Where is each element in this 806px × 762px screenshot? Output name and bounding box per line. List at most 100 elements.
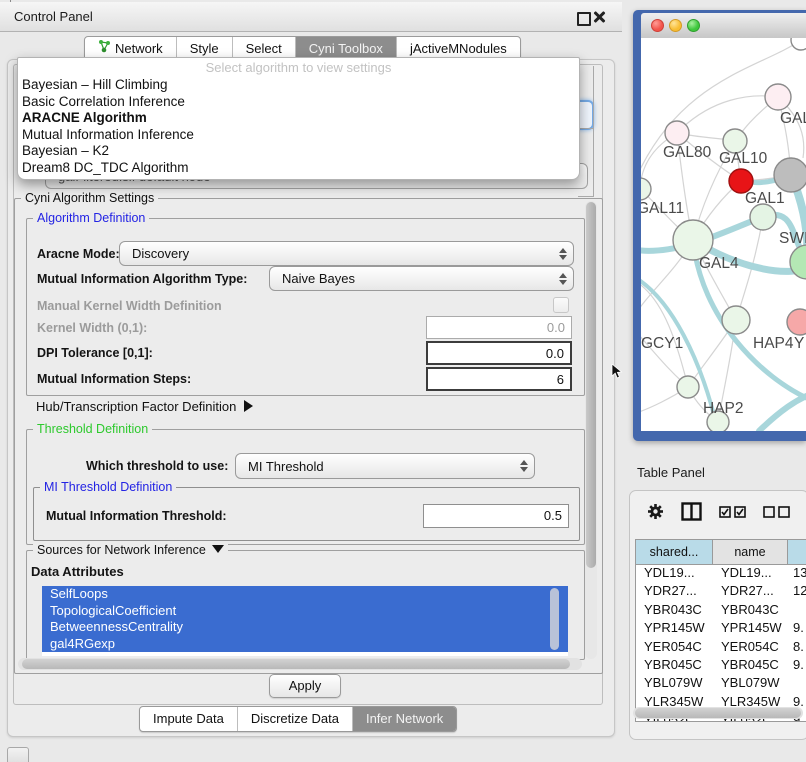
aracne-mode-combo[interactable]: Discovery <box>119 241 574 266</box>
node-label: GAL11 <box>641 200 684 217</box>
mi-threshold-group: MI Threshold Definition Mutual Informati… <box>33 487 580 541</box>
table-row[interactable]: YBR043CYBR043C <box>636 602 806 620</box>
network-window-titlebar[interactable] <box>641 13 806 39</box>
hidden-group-border <box>593 66 594 196</box>
table-row[interactable]: YPR145WYPR145W9. <box>636 620 806 638</box>
control-panel-title: Control Panel <box>14 9 93 24</box>
table-row[interactable]: YER054CYER054C8. <box>636 639 806 657</box>
algorithm-option[interactable]: Basic Correlation Inference <box>18 94 579 111</box>
algorithm-definition-group: Algorithm Definition Aracne Mode: Discov… <box>26 218 585 396</box>
float-panel-icon[interactable] <box>577 12 591 26</box>
node-label: Y <box>794 335 804 352</box>
hidden-group-border <box>578 128 594 129</box>
sources-title[interactable]: Sources for Network Inference <box>33 543 228 557</box>
table-cell: YPR145W <box>636 620 713 638</box>
table-horizontal-scrollbar[interactable] <box>633 707 803 719</box>
attribute-item[interactable]: gal4RGexp <box>42 636 568 653</box>
gear-icon[interactable] <box>647 503 664 525</box>
attribute-item[interactable]: BetweennessCentrality <box>42 619 568 636</box>
network-node[interactable] <box>677 376 699 398</box>
collapsed-panel-icon[interactable] <box>7 747 29 762</box>
table-row[interactable]: YBR045CYBR045C9. <box>636 657 806 675</box>
column-header[interactable]: name <box>713 540 788 564</box>
network-view-window[interactable]: GALGAL80GAL10GAL1GAL11SWI4GAL4GCY1HAP4YH… <box>633 10 806 441</box>
node-label: GAL4 <box>699 255 739 272</box>
table-row[interactable]: YDL19...YDL19...13 <box>636 565 806 583</box>
tab-discretize-data[interactable]: Discretize Data <box>237 707 352 731</box>
attribute-item[interactable]: SelfLoops <box>42 586 568 603</box>
table-header-row: shared...name <box>636 540 806 565</box>
mi-type-combo[interactable]: Naive Bayes <box>269 266 574 291</box>
table-cell <box>788 675 806 693</box>
apply-button[interactable]: Apply <box>269 674 341 698</box>
manual-kernel-checkbox[interactable] <box>553 297 569 313</box>
mi-steps-field[interactable]: 6 <box>426 367 572 391</box>
mi-threshold-field[interactable]: 0.5 <box>423 504 569 528</box>
table-cell: YBL079W <box>636 675 713 693</box>
attribute-item[interactable]: TopologicalCoefficient <box>42 603 568 620</box>
mi-threshold-label: Mutual Information Threshold: <box>46 509 227 523</box>
list-scrollbar[interactable] <box>550 588 559 650</box>
collapse-arrow-icon <box>212 545 224 553</box>
table-row[interactable]: YBL079WYBL079W <box>636 675 806 693</box>
dpi-tolerance-field[interactable]: 0.0 <box>426 341 572 365</box>
close-panel-icon[interactable] <box>593 11 605 23</box>
table-cell <box>788 602 806 620</box>
cyni-mode-tabs: Impute DataDiscretize DataInfer Network <box>139 706 457 732</box>
column-layout-icon[interactable] <box>681 502 702 526</box>
table-cell: YBR043C <box>636 602 713 620</box>
node-label: GAL1 <box>745 190 785 207</box>
table-cell: 13 <box>788 565 806 583</box>
hub-definition-label: Hub/Transcription Factor Definition <box>36 399 236 414</box>
network-node[interactable] <box>750 204 776 230</box>
network-node[interactable] <box>641 178 651 200</box>
table-body: YDL19...YDL19...13YDR27...YDR27...12YBR0… <box>636 565 806 721</box>
settings-horizontal-scrollbar[interactable] <box>18 658 582 670</box>
aracne-mode-label: Aracne Mode: <box>37 247 120 261</box>
network-node[interactable] <box>765 84 791 110</box>
scrollbar-thumb[interactable] <box>635 708 801 718</box>
table-cell: YER054C <box>636 639 713 657</box>
which-threshold-label: Which threshold to use: <box>86 459 228 473</box>
settings-vertical-scrollbar[interactable] <box>585 201 597 659</box>
network-node[interactable] <box>791 38 806 50</box>
network-node[interactable] <box>787 309 806 335</box>
network-node[interactable] <box>673 220 713 260</box>
zoom-window-icon[interactable] <box>687 19 700 32</box>
algorithm-option[interactable]: Mutual Information Inference <box>18 127 579 144</box>
tab-infer-network[interactable]: Infer Network <box>352 707 456 731</box>
cyni-algorithm-settings-group: Cyni Algorithm Settings Algorithm Defini… <box>14 198 603 674</box>
network-node[interactable] <box>722 306 750 334</box>
deselect-checkboxes-icon[interactable] <box>763 505 790 523</box>
algorithm-option[interactable]: Bayesian – Hill Climbing <box>18 77 579 94</box>
scrollbar-thumb[interactable] <box>22 659 570 669</box>
algorithm-option[interactable]: ARACNE Algorithm <box>18 110 579 127</box>
algorithm-definition-title: Algorithm Definition <box>33 211 149 225</box>
tab-impute-data[interactable]: Impute Data <box>140 707 237 731</box>
combo-spinner-icon <box>514 460 534 472</box>
algorithm-option[interactable]: Bayesian – K2 <box>18 143 579 160</box>
network-node[interactable] <box>774 158 806 192</box>
threshold-definition-title: Threshold Definition <box>33 422 152 436</box>
node-label: SWI4 <box>779 230 806 247</box>
data-attributes-list[interactable]: SelfLoopsTopologicalCoefficientBetweenne… <box>42 586 568 656</box>
network-node-labels: GALGAL80GAL10GAL1GAL11SWI4GAL4GCY1HAP4YH… <box>641 110 806 417</box>
select-all-checkboxes-icon[interactable] <box>719 505 746 523</box>
hub-definition-expander[interactable]: Hub/Transcription Factor Definition <box>36 399 253 414</box>
sources-group: Sources for Network Inference Data Attri… <box>26 550 585 660</box>
close-window-icon[interactable] <box>651 19 664 32</box>
table-cell: YDL19... <box>713 565 788 583</box>
table-panel: shared...name YDL19...YDL19...13YDR27...… <box>629 490 806 740</box>
scrollbar-thumb[interactable] <box>586 202 596 568</box>
which-threshold-combo[interactable]: MI Threshold <box>235 453 535 479</box>
which-threshold-value: MI Threshold <box>236 459 514 474</box>
table-panel-title: Table Panel <box>637 465 705 480</box>
column-header[interactable]: shared... <box>636 540 713 564</box>
mi-steps-label: Mutual Information Steps: <box>37 372 191 386</box>
network-canvas[interactable]: GALGAL80GAL10GAL1GAL11SWI4GAL4GCY1HAP4YH… <box>641 38 806 431</box>
algorithm-option[interactable]: Dream8 DC_TDC Algorithm <box>18 160 579 177</box>
network-node[interactable] <box>665 121 689 145</box>
minimize-window-icon[interactable] <box>669 19 682 32</box>
table-row[interactable]: YDR27...YDR27...12 <box>636 583 806 601</box>
column-header[interactable] <box>788 540 806 564</box>
